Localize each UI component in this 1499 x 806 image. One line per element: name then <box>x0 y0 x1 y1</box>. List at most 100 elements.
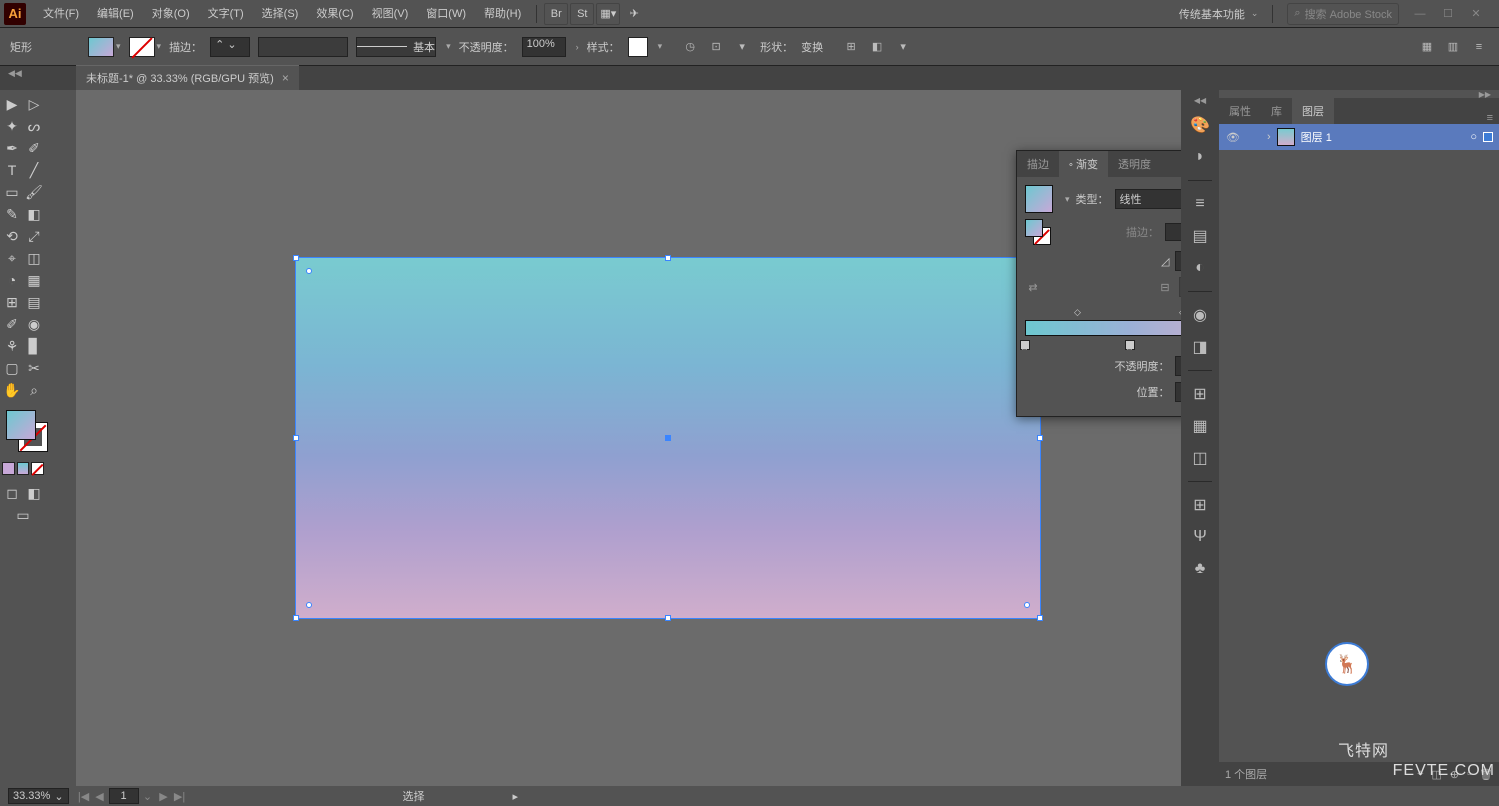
layer-name[interactable]: 图层 1 <box>1301 129 1465 145</box>
zoom-tool[interactable]: ⌕ <box>24 380 44 400</box>
type-tool[interactable]: T <box>2 160 22 180</box>
eyedropper-tool[interactable]: ✐ <box>2 314 22 334</box>
align-icon[interactable]: ⊡ <box>706 37 726 57</box>
rotate-tool[interactable]: ⟲ <box>2 226 22 246</box>
shape-builder-tool[interactable]: ◔ <box>2 270 22 290</box>
slice-tool[interactable]: ✂ <box>24 358 44 378</box>
mesh-tool[interactable]: ⊞ <box>2 292 22 312</box>
gradient-preview[interactable] <box>1025 185 1053 213</box>
blend-tool[interactable]: ◉ <box>24 314 44 334</box>
workspace-switcher[interactable]: 传统基本功能 ⌄ <box>1171 6 1267 22</box>
recolor-icon[interactable]: ◷ <box>680 37 700 57</box>
hand-tool[interactable]: ✋ <box>2 380 22 400</box>
appearance-panel-icon[interactable]: ◉ <box>1189 304 1211 326</box>
symbol-sprayer-tool[interactable]: ⚘ <box>2 336 22 356</box>
gpu-icon[interactable]: ✈ <box>622 3 646 25</box>
column-graph-tool[interactable]: ▊ <box>24 336 44 356</box>
gradient-stop-left[interactable]: ⌂ <box>1020 340 1030 350</box>
width-tool[interactable]: ⌖ <box>2 248 22 268</box>
gradient-angle-input[interactable]: -90° <box>1175 251 1181 271</box>
gradient-mode-swatch[interactable] <box>17 462 30 475</box>
transparency-panel-icon[interactable]: ◐ <box>1189 257 1211 279</box>
align-more-icon[interactable]: ▾ <box>732 37 752 57</box>
grad-location-input[interactable]: 100% <box>1175 382 1181 402</box>
screen-mode-icon[interactable]: ▭ <box>2 505 44 525</box>
align-pixel-icon[interactable]: ▥ <box>1443 37 1463 57</box>
gradient-tab-stroke[interactable]: 描边 <box>1017 151 1059 177</box>
search-stock[interactable]: ⌕ 搜索 Adobe Stock <box>1287 3 1399 25</box>
stroke-width-profile[interactable] <box>258 37 348 57</box>
draw-behind-icon[interactable]: ◧ <box>24 483 44 503</box>
close-tab-icon[interactable]: × <box>282 71 289 85</box>
paintbrush-tool[interactable]: 🖌 <box>24 182 44 202</box>
isolate-group-icon[interactable]: ▾ <box>893 37 913 57</box>
align-panel-icon[interactable]: ⊞ <box>1189 383 1211 405</box>
ctrl-menu-icon[interactable]: ≡ <box>1469 37 1489 57</box>
zoom-level-select[interactable]: 33.33% ⌄ <box>8 788 69 804</box>
select-similar-icon[interactable]: ◧ <box>867 37 887 57</box>
maximize-button[interactable]: ☐ <box>1435 6 1461 22</box>
tab-libraries[interactable]: 库 <box>1261 98 1292 124</box>
menu-edit[interactable]: 编辑(E) <box>88 0 143 28</box>
tools-expand-handle[interactable]: ◀◀ <box>8 68 22 79</box>
rectangle-tool[interactable]: ▭ <box>2 182 22 202</box>
panel-group-expand[interactable]: ▶▶ <box>1219 90 1499 98</box>
perspective-tool[interactable]: ▦ <box>24 270 44 290</box>
close-button[interactable]: ✕ <box>1463 6 1489 22</box>
line-tool[interactable]: ╱ <box>24 160 44 180</box>
style-swatch[interactable] <box>628 37 648 57</box>
page-input[interactable]: 1 <box>109 788 139 804</box>
layer-expand-icon[interactable]: › <box>1267 131 1271 143</box>
color-mode-swatch[interactable] <box>2 462 15 475</box>
color-guide-icon[interactable]: ◗ <box>1189 146 1211 168</box>
gradient-tab-gradient[interactable]: ◦ 渐变 <box>1059 151 1108 177</box>
menu-object[interactable]: 对象(O) <box>143 0 199 28</box>
bridge-icon[interactable]: Br <box>544 3 568 25</box>
pen-tool[interactable]: ✒ <box>2 138 22 158</box>
layer-visibility-icon[interactable]: 👁 <box>1225 131 1241 144</box>
tab-layers[interactable]: 图层 <box>1292 98 1334 124</box>
layer-target-icon[interactable]: ○ <box>1470 131 1477 143</box>
selection-tool[interactable]: ▶ <box>2 94 22 114</box>
gradient-fillstroke[interactable] <box>1025 219 1051 245</box>
draw-normal-icon[interactable]: ◻ <box>2 483 22 503</box>
swatches-panel-icon[interactable]: ⊞ <box>1189 494 1211 516</box>
curvature-tool[interactable]: ✐ <box>24 138 44 158</box>
menu-file[interactable]: 文件(F) <box>34 0 88 28</box>
menu-view[interactable]: 视图(V) <box>363 0 418 28</box>
stroke-grad-within-icon[interactable] <box>1165 223 1181 241</box>
arrange-icon[interactable]: ▦▾ <box>596 3 620 25</box>
menu-effect[interactable]: 效果(C) <box>307 0 362 28</box>
magic-wand-tool[interactable]: ✦ <box>2 116 22 136</box>
dock-expand-handle[interactable]: ◀◀ <box>1194 96 1206 104</box>
last-page-icon[interactable]: ▶| <box>173 790 187 803</box>
color-panel-icon[interactable]: 🎨 <box>1189 114 1211 136</box>
pathfinder-icon[interactable]: ◫ <box>1189 447 1211 469</box>
eraser-tool[interactable]: ◧ <box>24 204 44 224</box>
canvas[interactable]: 描边 ◦ 渐变 透明度 ▸▸≡ ▾ 类型： 线性⌄ 描边： <box>76 90 1181 786</box>
none-mode-swatch[interactable] <box>31 462 44 475</box>
transform-label[interactable]: 变换 <box>801 39 823 55</box>
symbols-panel-icon[interactable]: ♣ <box>1189 558 1211 580</box>
grad-opacity-input[interactable]: 100% <box>1175 356 1181 376</box>
menu-window[interactable]: 窗口(W) <box>417 0 475 28</box>
fill-stroke-area[interactable] <box>2 410 44 458</box>
stroke-weight-input[interactable]: ⌃ ⌄ <box>210 37 250 57</box>
scale-tool[interactable]: ⤢ <box>24 226 44 246</box>
artboard-tool[interactable]: ▢ <box>2 358 22 378</box>
gradient-panel-icon[interactable]: ▤ <box>1189 225 1211 247</box>
fill-color[interactable] <box>6 410 36 440</box>
reverse-gradient-icon[interactable]: ⇄ <box>1025 279 1041 295</box>
snap-pixel-icon[interactable]: ▦ <box>1417 37 1437 57</box>
opacity-input[interactable]: 100% <box>522 37 566 57</box>
gradient-tab-transparency[interactable]: 透明度 <box>1108 151 1161 177</box>
menu-type[interactable]: 文字(T) <box>199 0 253 28</box>
next-page-icon[interactable]: ▶ <box>157 790 171 803</box>
menu-select[interactable]: 选择(S) <box>253 0 308 28</box>
fill-swatch[interactable] <box>88 37 114 57</box>
gradient-ramp[interactable] <box>1025 320 1181 336</box>
transform-panel-icon[interactable]: ▦ <box>1189 415 1211 437</box>
gradient-tool[interactable]: ▤ <box>24 292 44 312</box>
stroke-swatch[interactable] <box>129 37 155 57</box>
menu-help[interactable]: 帮助(H) <box>475 0 530 28</box>
